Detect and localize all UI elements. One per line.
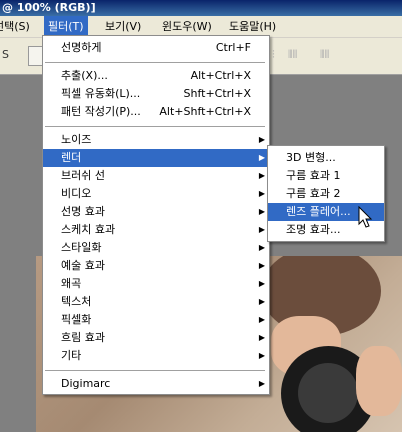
menu-item-extract[interactable]: 추출(X)... Alt+Ctrl+X [43,67,269,85]
menu-item-digimarc[interactable]: Digimarc ▶ [43,375,269,393]
menu-item-label: 구름 효과 1 [286,169,341,182]
menu-item-noise[interactable]: 노이즈 ▶ [43,131,269,149]
submenu-item-clouds-2[interactable]: 구름 효과 2 [268,185,384,203]
menu-item-label: 브러쉬 선 [61,169,105,182]
menu-item-render[interactable]: 렌더 ▶ [43,149,269,167]
window-title-bar: @ 100% (RGB)] [0,0,402,16]
menu-item-blur[interactable]: 흐림 효과 ▶ [43,329,269,347]
menu-item-shortcut: Alt+Ctrl+X [190,69,251,82]
menu-item-label: 조명 효과... [286,223,341,236]
menu-item-label: 3D 변형... [286,151,336,164]
arrow-right-icon: ▶ [258,207,265,216]
submenu-item-clouds-1[interactable]: 구름 효과 1 [268,167,384,185]
menu-item-label: Digimarc [61,377,111,390]
menu-item-pixelate[interactable]: 픽셀화 ▶ [43,311,269,329]
menu-item-label: 렌즈 플레어... [286,205,351,218]
arrow-right-icon: ▶ [258,135,265,144]
menu-item-sketch[interactable]: 스케치 효과 ▶ [43,221,269,239]
menu-item-liquify[interactable]: 픽셀 유동화(L)... Shft+Ctrl+X [43,85,269,103]
menu-filter[interactable]: 필터(T) [44,16,88,37]
toolbar-glyph[interactable]: S [2,48,9,61]
arrow-right-icon: ▶ [258,225,265,234]
menu-select[interactable]: 선택(S) [0,16,34,37]
menu-item-label: 예술 효과 [61,259,105,272]
menu-item-artistic[interactable]: 예술 효과 ▶ [43,257,269,275]
menu-item-texture[interactable]: 텍스처 ▶ [43,293,269,311]
menu-item-label: 구름 효과 2 [286,187,341,200]
pointer-cursor-icon [358,206,373,228]
menu-item-label: 스타일화 [61,241,102,254]
toolbar-align-icon[interactable]: ⫶ [272,48,275,62]
arrow-right-icon: ▶ [258,351,265,360]
menu-item-label: 스케치 효과 [61,223,116,236]
menu-separator [45,62,265,64]
arrow-right-icon: ▶ [258,171,265,180]
menu-item-pattern-maker[interactable]: 패턴 작성기(P)... Alt+Shft+Ctrl+X [43,103,269,121]
arrow-right-icon: ▶ [258,279,265,288]
menu-separator [45,370,265,372]
submenu-item-3d-transform[interactable]: 3D 변형... [268,149,384,167]
menu-separator [45,126,265,128]
toolbar-distribute-icon-2[interactable]: ⫴⫴ [320,48,329,62]
menu-item-video[interactable]: 비디오 ▶ [43,185,269,203]
menu-item-other[interactable]: 기타 ▶ [43,347,269,365]
arrow-right-icon: ▶ [258,379,265,388]
menu-item-label: 텍스처 [61,295,92,308]
menu-item-shortcut: Alt+Shft+Ctrl+X [159,105,251,118]
menu-item-label: 선명하게 [61,41,102,54]
menu-item-distort[interactable]: 왜곡 ▶ [43,275,269,293]
arrow-right-icon: ▶ [258,153,265,162]
arrow-right-icon: ▶ [258,243,265,252]
menu-item-brush-strokes[interactable]: 브러쉬 선 ▶ [43,167,269,185]
menu-item-stylize[interactable]: 스타일화 ▶ [43,239,269,257]
camera-lens-ring [298,363,358,423]
menu-item-sharpen[interactable]: 선명하게 Ctrl+F [43,39,269,57]
arrow-right-icon: ▶ [258,315,265,324]
menu-help[interactable]: 도움말(H) [225,16,280,37]
menu-item-label: 왜곡 [61,277,82,290]
menu-item-label: 노이즈 [61,133,92,146]
menu-window[interactable]: 윈도우(W) [158,16,216,37]
menu-item-label: 추출(X)... [61,69,108,82]
menu-item-label: 픽셀화 [61,313,92,326]
arrow-right-icon: ▶ [258,261,265,270]
menu-item-label: 렌더 [61,151,82,164]
photo-hand-right [356,346,402,416]
menu-item-label: 패턴 작성기(P)... [61,105,141,118]
menu-item-sharpen-effects[interactable]: 선명 효과 ▶ [43,203,269,221]
toolbar-distribute-icon[interactable]: ⫴⫴ [288,48,297,62]
arrow-right-icon: ▶ [258,333,265,342]
menu-item-label: 기타 [61,349,82,362]
menu-item-label: 흐림 효과 [61,331,105,344]
menu-item-label: 선명 효과 [61,205,105,218]
menu-item-label: 픽셀 유동화(L)... [61,87,141,100]
menu-view[interactable]: 보기(V) [101,16,145,37]
menu-item-label: 비디오 [61,187,92,200]
arrow-right-icon: ▶ [258,297,265,306]
window-title: @ 100% (RGB)] [2,1,96,14]
filter-menu-dropdown: 선명하게 Ctrl+F 추출(X)... Alt+Ctrl+X 픽셀 유동화(L… [42,35,270,395]
menu-item-shortcut: Ctrl+F [215,41,251,54]
menu-item-shortcut: Shft+Ctrl+X [183,87,252,100]
arrow-right-icon: ▶ [258,189,265,198]
